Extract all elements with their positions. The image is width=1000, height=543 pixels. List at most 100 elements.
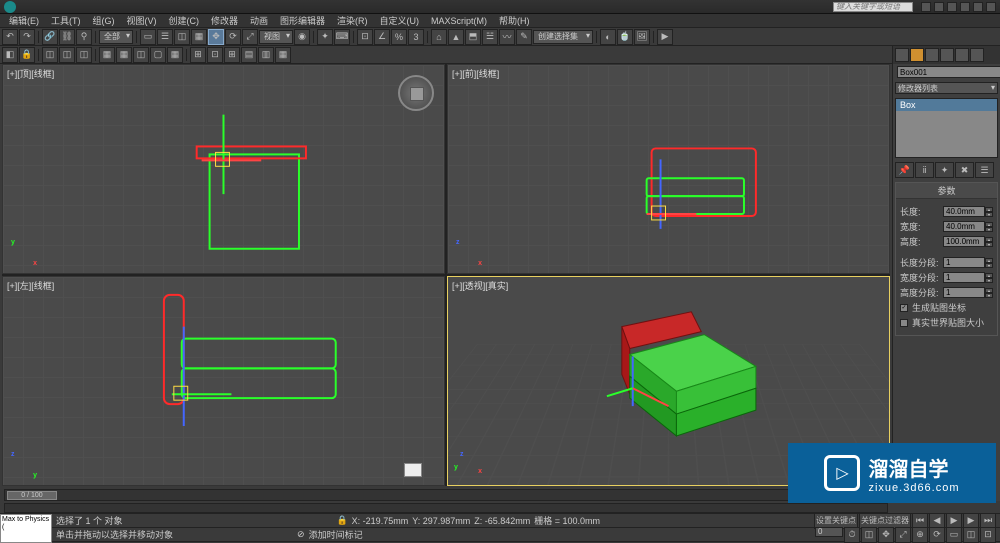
percent-snap-button[interactable]: % xyxy=(391,29,407,45)
help-search-input[interactable] xyxy=(833,2,913,12)
lsegs-down[interactable]: ▾ xyxy=(985,263,993,268)
refcoord-dropdown[interactable]: 视图 xyxy=(259,30,293,44)
graphite-12[interactable]: ▤ xyxy=(241,47,257,63)
viewport-top-label[interactable]: [+][顶][线框] xyxy=(7,67,54,80)
icon-1[interactable] xyxy=(921,2,931,12)
bind-button[interactable]: ⚲ xyxy=(76,29,92,45)
nav-4[interactable]: ⊕ xyxy=(912,527,928,543)
length-input[interactable] xyxy=(943,206,985,217)
width-down[interactable]: ▾ xyxy=(985,227,993,232)
time-slider[interactable]: 0 / 100 xyxy=(4,489,888,501)
spinner-snap-button[interactable]: 3 xyxy=(408,29,424,45)
viewport-front-label[interactable]: [+][前][线框] xyxy=(452,67,499,80)
viewcube-top[interactable] xyxy=(398,75,434,111)
width-input[interactable] xyxy=(943,221,985,232)
curve-editor-button[interactable]: 〰 xyxy=(499,29,515,45)
schematic-button[interactable]: ✎ xyxy=(516,29,532,45)
rollout-header-params[interactable]: 参数 xyxy=(896,183,997,199)
menu-view[interactable]: 视图(V) xyxy=(122,14,162,27)
render-button[interactable]: ▶ xyxy=(657,29,673,45)
icon-2[interactable] xyxy=(934,2,944,12)
link-button[interactable]: 🔗 xyxy=(42,29,58,45)
viewport-top[interactable]: [+][顶][线框] y x xyxy=(2,64,445,274)
height-down[interactable]: ▾ xyxy=(985,242,993,247)
hsegs-input[interactable] xyxy=(943,287,985,298)
select-name-button[interactable]: ☰ xyxy=(157,29,173,45)
gen-uv-checkbox[interactable]: ✓ xyxy=(900,304,908,312)
graphite-5[interactable]: ▦ xyxy=(116,47,132,63)
show-end-button[interactable]: ⅱ xyxy=(915,162,934,178)
pin-stack-button[interactable]: 📌 xyxy=(895,162,914,178)
viewport-left[interactable]: [+][左][线框] z y xyxy=(2,276,445,486)
menu-maxscript[interactable]: MAXScript(M) xyxy=(426,16,492,26)
snap-button[interactable]: ⊡ xyxy=(357,29,373,45)
modifier-stack[interactable]: Box xyxy=(895,98,998,158)
unlink-button[interactable]: ⛓ xyxy=(59,29,75,45)
hsegs-down[interactable]: ▾ xyxy=(985,293,993,298)
time-tag-icon[interactable]: ⊘ xyxy=(297,529,305,540)
menu-create[interactable]: 创建(C) xyxy=(164,14,205,27)
rotate-button[interactable]: ⟳ xyxy=(225,29,241,45)
viewport-front[interactable]: [+][前][线框] z x xyxy=(447,64,890,274)
add-time-tag[interactable]: 添加时间标记 xyxy=(309,528,363,541)
nav-2[interactable]: ✥ xyxy=(878,527,894,543)
material-editor-button[interactable]: ◐ xyxy=(600,29,616,45)
select-button[interactable]: ▭ xyxy=(140,29,156,45)
lock-icon[interactable]: 🔒 xyxy=(336,515,347,526)
render-setup-button[interactable]: 🍵 xyxy=(617,29,633,45)
mirror-button[interactable]: ▲ xyxy=(448,29,464,45)
menu-graph[interactable]: 图形编辑器 xyxy=(275,14,330,27)
select-region-button[interactable]: ◫ xyxy=(174,29,190,45)
graphite-10[interactable]: ⊡ xyxy=(207,47,223,63)
real-world-checkbox[interactable] xyxy=(900,319,908,327)
unique-button[interactable]: ✦ xyxy=(935,162,954,178)
lsegs-input[interactable] xyxy=(943,257,985,268)
menu-animation[interactable]: 动画 xyxy=(245,14,273,27)
length-down[interactable]: ▾ xyxy=(985,212,993,217)
angle-snap-button[interactable]: ∠ xyxy=(374,29,390,45)
modifier-list-dropdown[interactable]: 修改器列表 xyxy=(895,82,998,94)
graphite-14[interactable]: ▦ xyxy=(275,47,291,63)
current-frame-input[interactable] xyxy=(815,527,843,537)
menu-tools[interactable]: 工具(T) xyxy=(46,14,86,27)
menu-customize[interactable]: 自定义(U) xyxy=(375,14,425,27)
tab-hierarchy[interactable] xyxy=(925,48,939,62)
undo-button[interactable]: ↶ xyxy=(2,29,18,45)
named-set-button[interactable]: ⌂ xyxy=(431,29,447,45)
selection-set-dropdown[interactable]: 创建选择集 xyxy=(533,30,593,44)
layers-button[interactable]: ☱ xyxy=(482,29,498,45)
align-button[interactable]: ⬒ xyxy=(465,29,481,45)
scale-button[interactable]: ⤢ xyxy=(242,29,258,45)
pivot-button[interactable]: ◉ xyxy=(294,29,310,45)
menu-modifiers[interactable]: 修改器 xyxy=(206,14,243,27)
selection-lock-button[interactable]: 🔒 xyxy=(19,47,35,63)
tab-display[interactable] xyxy=(955,48,969,62)
tab-create[interactable] xyxy=(895,48,909,62)
track-bar[interactable] xyxy=(4,503,888,513)
stack-item-box[interactable]: Box xyxy=(896,99,997,111)
time-config-button[interactable]: ⏱ xyxy=(844,527,860,543)
graphite-6[interactable]: ◫ xyxy=(133,47,149,63)
icon-4[interactable] xyxy=(960,2,970,12)
tab-modify[interactable] xyxy=(910,48,924,62)
redo-button[interactable]: ↷ xyxy=(19,29,35,45)
nav-7[interactable]: ◫ xyxy=(963,527,979,543)
manipulate-button[interactable]: ✦ xyxy=(317,29,333,45)
tab-utilities[interactable] xyxy=(970,48,984,62)
graphite-3[interactable]: ◫ xyxy=(76,47,92,63)
configure-button[interactable]: ☰ xyxy=(975,162,994,178)
selection-scope-dropdown[interactable]: 全部 xyxy=(99,30,133,44)
graphite-13[interactable]: ▥ xyxy=(258,47,274,63)
nav-1[interactable]: ◫ xyxy=(861,527,877,543)
nav-8[interactable]: ⊡ xyxy=(980,527,996,543)
graphite-2[interactable]: ◫ xyxy=(59,47,75,63)
rendered-frame-button[interactable]: 🖼 xyxy=(634,29,650,45)
window-crossing-button[interactable]: ▦ xyxy=(191,29,207,45)
menu-help[interactable]: 帮助(H) xyxy=(494,14,535,27)
viewport-left-label[interactable]: [+][左][线框] xyxy=(7,279,54,292)
graphite-4[interactable]: ▦ xyxy=(99,47,115,63)
tab-motion[interactable] xyxy=(940,48,954,62)
menu-edit[interactable]: 编辑(E) xyxy=(4,14,44,27)
wsegs-down[interactable]: ▾ xyxy=(985,278,993,283)
menu-render[interactable]: 渲染(R) xyxy=(332,14,373,27)
